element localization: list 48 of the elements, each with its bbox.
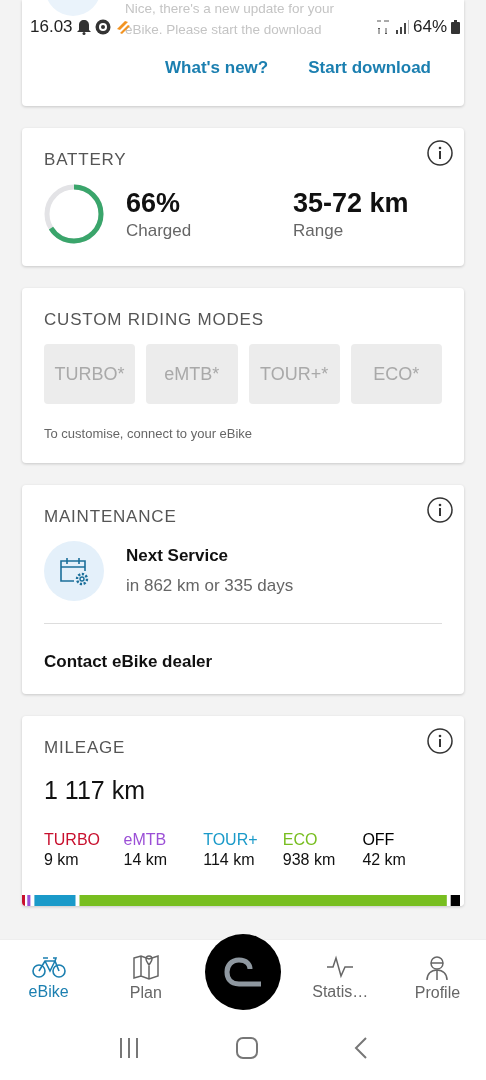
battery-ring [44, 184, 104, 244]
battery-percent: 64% [412, 17, 447, 37]
next-service-detail: in 862 km or 335 days [126, 576, 294, 596]
mode-name: ECO [282, 831, 319, 849]
nav-tab[interactable]: eBike [0, 954, 98, 1001]
mode-name: OFF [362, 831, 396, 849]
rider-icon [425, 953, 450, 980]
info-icon[interactable] [427, 728, 453, 754]
activity-icon [326, 954, 355, 979]
update-message: Nice, there's a new update for your eBike. Please start the download [125, 0, 335, 39]
card-title: MAINTENANCE [44, 507, 178, 527]
calendar-gear-icon [58, 555, 90, 587]
info-icon[interactable] [427, 497, 453, 523]
home-icon[interactable] [236, 1036, 258, 1059]
start-download-link[interactable]: Start download [308, 58, 431, 78]
charge-value: 66% [126, 187, 182, 219]
mode-distance: 938 km [282, 851, 337, 869]
customise-hint: To customise, connect to your eBike [44, 426, 254, 441]
mode-name: eMTB [123, 831, 168, 849]
info-icon[interactable] [427, 140, 453, 166]
bell-icon [76, 19, 91, 35]
battery-icon [451, 20, 460, 34]
back-icon[interactable] [354, 1036, 368, 1059]
nav-tab[interactable]: Statis… [291, 954, 389, 1001]
card-title: MILEAGE [44, 738, 127, 758]
mode-name: TOUR+ [203, 831, 259, 849]
charge-label: Charged [126, 220, 193, 241]
mode-distance: 14 km [123, 851, 169, 869]
signal-icon [394, 20, 409, 34]
contact-dealer-link[interactable]: Contact eBike dealer [44, 652, 213, 672]
total-mileage: 1 117 km [44, 776, 146, 805]
whats-new-link[interactable]: What's new? [165, 58, 269, 78]
mode-distance: 42 km [362, 851, 407, 869]
range-label: Range [293, 220, 345, 241]
mode-distance: 114 km [203, 851, 256, 869]
next-service-title: Next Service [126, 546, 230, 566]
nav-tab[interactable]: Plan [97, 953, 195, 1002]
card-title: BATTERY [44, 150, 128, 170]
range-value: 35-72 km [293, 187, 410, 219]
bicycle-icon [31, 954, 66, 979]
recent-apps-icon[interactable] [118, 1036, 140, 1059]
map-pin-icon [131, 953, 160, 980]
mode-distance: 9 km [44, 851, 80, 869]
mode-name: TURBO [44, 831, 101, 849]
clock-time: 16.03 [30, 17, 73, 37]
app-logo-icon [223, 956, 263, 987]
card-title: CUSTOM RIDING MODES [44, 310, 265, 330]
nav-tab[interactable]: Profile [388, 953, 486, 1002]
